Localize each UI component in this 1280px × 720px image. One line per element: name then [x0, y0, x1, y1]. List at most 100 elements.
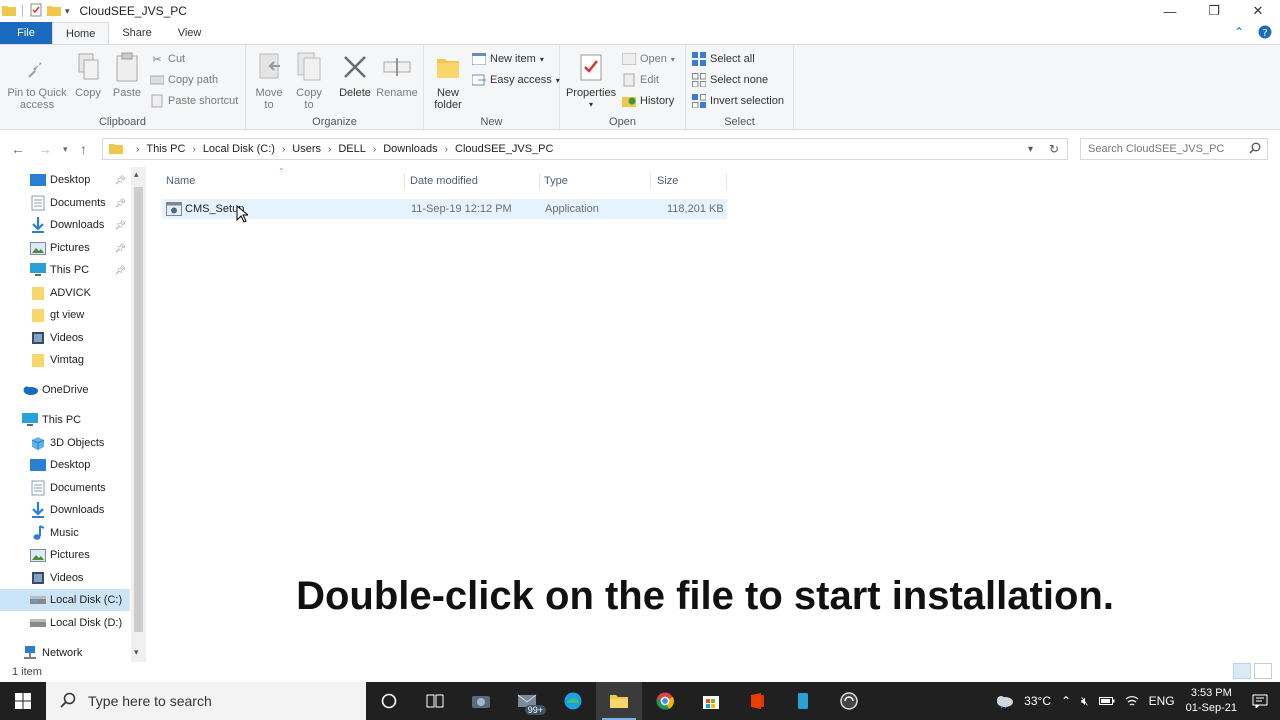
search-input[interactable]: Search CloudSEE_JVS_PC	[1080, 138, 1268, 160]
move-to-button[interactable]: Move to	[254, 51, 284, 111]
pin-icon[interactable]: 📌︎	[115, 220, 126, 231]
pin-icon[interactable]: 📌︎	[115, 265, 126, 276]
breadcrumb-local-disk[interactable]: Local Disk (C:)	[203, 143, 275, 155]
nav-item-3d-objects[interactable]: 3D Objects	[0, 432, 130, 454]
nav-item-pictures[interactable]: Pictures 📌︎	[0, 237, 130, 259]
breadcrumb-this-pc[interactable]: This PC	[146, 143, 185, 155]
clock[interactable]: 3:53 PM 01-Sep-21	[1186, 686, 1237, 716]
pin-icon[interactable]: 📌︎	[115, 243, 126, 254]
breadcrumb-users[interactable]: Users	[292, 143, 321, 155]
properties-icon[interactable]	[29, 3, 43, 20]
battery-icon[interactable]	[1098, 696, 1115, 706]
nav-item-downloads-pc[interactable]: Downloads	[0, 499, 130, 521]
mail-icon[interactable]: 99+	[504, 682, 550, 720]
nav-item-desktop-pc[interactable]: Desktop	[0, 454, 130, 476]
invert-selection-button[interactable]: Invert selection	[692, 92, 784, 110]
column-header-size[interactable]: Size	[657, 175, 678, 187]
nav-item-downloads[interactable]: Downloads 📌︎	[0, 214, 130, 236]
scroll-thumb[interactable]	[134, 187, 143, 632]
temperature[interactable]: 33°C	[1024, 694, 1051, 708]
task-view-icon[interactable]	[412, 682, 458, 720]
history-button[interactable]: History	[622, 92, 674, 110]
open-button[interactable]: Open ▾	[622, 50, 675, 68]
scroll-up-icon[interactable]: ▴	[134, 169, 139, 180]
new-item-button[interactable]: New item ▾	[472, 50, 544, 68]
breadcrumb-downloads[interactable]: Downloads	[383, 143, 437, 155]
collapse-ribbon-icon[interactable]: ⌃	[1234, 25, 1244, 42]
edge-icon[interactable]	[550, 682, 596, 720]
breadcrumb-cloudsee[interactable]: CloudSEE_JVS_PC	[455, 143, 553, 155]
nav-item-videos-quick[interactable]: Videos	[0, 327, 130, 349]
recent-locations-chevron-icon[interactable]: ▾	[63, 144, 68, 155]
help-icon[interactable]: ?	[1258, 25, 1272, 42]
start-button[interactable]	[0, 682, 46, 720]
pin-quick-access-button[interactable]: Pin to Quick access	[6, 51, 68, 111]
weather-cloud-icon[interactable]	[994, 694, 1014, 708]
new-folder-icon[interactable]	[47, 4, 61, 19]
nav-item-this-pc[interactable]: This PC	[0, 409, 130, 431]
column-header-name[interactable]: Name	[166, 175, 195, 187]
nav-item-onedrive[interactable]: OneDrive	[0, 379, 130, 401]
chevron-down-icon[interactable]: ▾	[65, 6, 70, 17]
pin-icon[interactable]: 📌︎	[115, 198, 126, 209]
forward-arrow-icon[interactable]: →	[38, 141, 52, 157]
column-header-type[interactable]: Type	[544, 175, 568, 187]
back-arrow-icon[interactable]: ←	[11, 141, 25, 157]
chrome-icon[interactable]	[642, 682, 688, 720]
select-none-button[interactable]: Select none	[692, 71, 768, 89]
breadcrumb-dell[interactable]: DELL	[338, 143, 366, 155]
copy-path-button[interactable]: Copy path	[150, 71, 218, 89]
address-bar[interactable]: › This PC › Local Disk (C:) › Users › DE…	[102, 138, 1068, 160]
minimize-button[interactable]: —	[1148, 0, 1192, 22]
nav-item-vimtag[interactable]: Vimtag	[0, 349, 130, 371]
app-circle-icon[interactable]	[826, 682, 872, 720]
properties-button[interactable]: Properties ▾	[566, 51, 616, 111]
edit-button[interactable]: Edit	[622, 71, 659, 89]
tab-file[interactable]: File	[0, 22, 52, 44]
nav-item-documents-pc[interactable]: Documents	[0, 477, 130, 499]
address-dropdown-icon[interactable]: ▾	[1028, 144, 1033, 155]
column-header-date[interactable]: Date modified	[410, 175, 478, 187]
paste-button[interactable]: Paste	[110, 51, 144, 99]
office-icon[interactable]	[734, 682, 780, 720]
camera-app-icon[interactable]	[458, 682, 504, 720]
nav-item-gt-view[interactable]: gt view	[0, 304, 130, 326]
taskbar-search-input[interactable]: Type here to search	[46, 682, 366, 720]
pin-icon[interactable]: 📌︎	[115, 175, 126, 186]
select-all-button[interactable]: Select all	[692, 50, 755, 68]
easy-access-button[interactable]: Easy access ▾	[472, 71, 560, 89]
language-indicator[interactable]: ENG	[1149, 694, 1175, 708]
nav-item-pictures-pc[interactable]: Pictures	[0, 544, 130, 566]
file-explorer-icon[interactable]	[596, 682, 642, 720]
phone-app-icon[interactable]	[780, 682, 826, 720]
cut-button[interactable]: ✂ Cut	[150, 50, 185, 68]
nav-item-music[interactable]: Music	[0, 522, 130, 544]
notifications-icon[interactable]	[1252, 694, 1268, 708]
large-icons-view-icon[interactable]	[1254, 663, 1272, 679]
wifi-icon[interactable]	[1125, 695, 1139, 707]
nav-item-advick[interactable]: ADVICK	[0, 282, 130, 304]
rename-button[interactable]: Rename	[376, 51, 418, 99]
store-icon[interactable]	[688, 682, 734, 720]
show-hidden-icons-icon[interactable]: ⌃	[1061, 694, 1071, 708]
tab-home[interactable]: Home	[52, 22, 110, 44]
paste-shortcut-button[interactable]: Paste shortcut	[150, 92, 238, 110]
restore-button[interactable]: ❐	[1192, 0, 1236, 22]
delete-button[interactable]: Delete	[338, 51, 372, 99]
details-view-icon[interactable]	[1233, 663, 1251, 679]
cortana-icon[interactable]	[366, 682, 412, 720]
tab-view[interactable]: View	[165, 22, 215, 44]
nav-item-network[interactable]: Network	[0, 642, 130, 664]
copy-button[interactable]: Copy	[72, 51, 104, 99]
nav-item-this-pc-quick[interactable]: This PC 📌︎	[0, 259, 130, 281]
tab-share[interactable]: Share	[109, 22, 164, 44]
nav-item-documents[interactable]: Documents 📌︎	[0, 192, 130, 214]
copy-to-button[interactable]: Copy to	[294, 51, 324, 111]
close-button[interactable]: ✕	[1236, 0, 1280, 22]
new-folder-button[interactable]: New folder	[430, 51, 466, 111]
refresh-icon[interactable]: ↻	[1049, 142, 1059, 156]
up-arrow-icon[interactable]: ↑	[80, 141, 87, 157]
nav-item-desktop[interactable]: Desktop 📌︎	[0, 169, 130, 191]
scroll-down-icon[interactable]: ▾	[134, 647, 139, 658]
volume-muted-icon[interactable]: 🔇︎	[1081, 694, 1089, 709]
